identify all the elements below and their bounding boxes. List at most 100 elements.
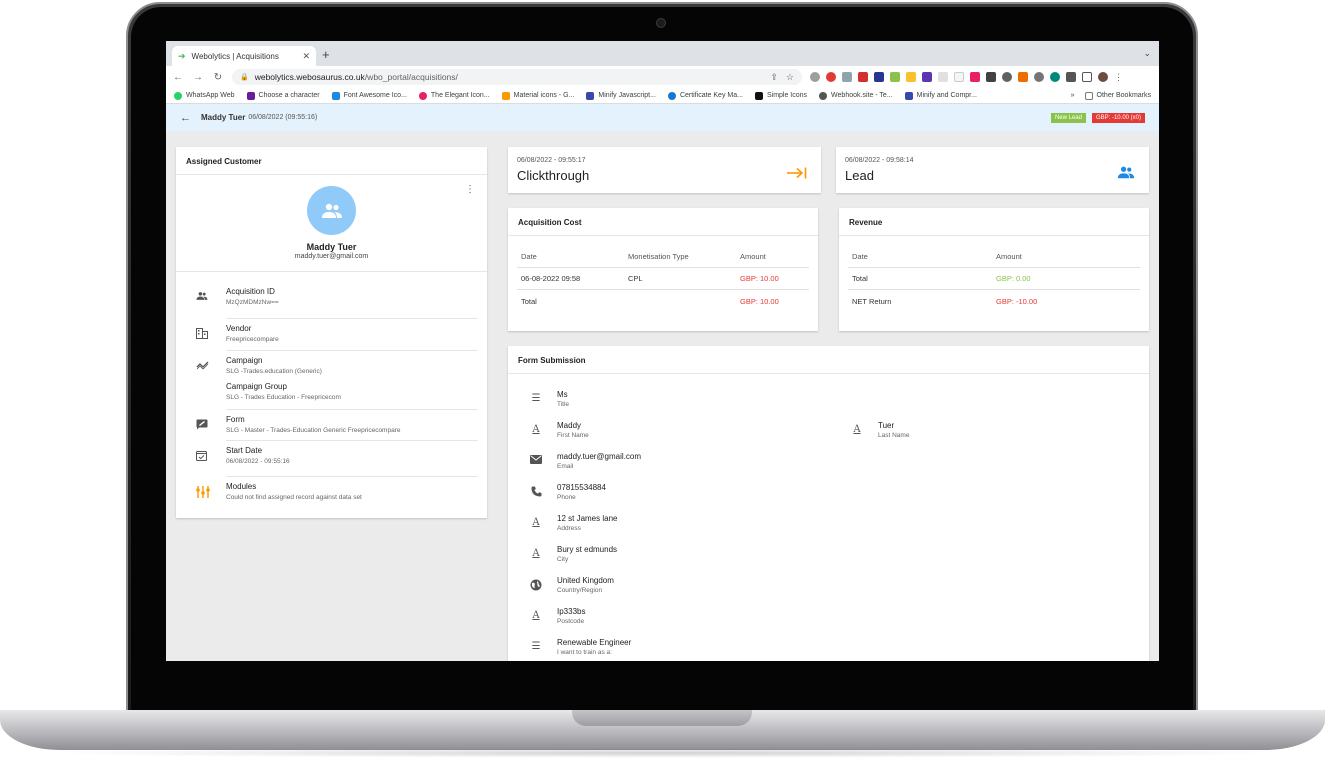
bookmark-favicon-icon <box>501 91 510 100</box>
field-label: Postcode <box>557 618 585 625</box>
table-cell: GBP: -10.00 <box>996 296 1038 306</box>
divider <box>226 440 478 441</box>
bookmark-favicon-icon <box>418 91 427 100</box>
acquisition-cost-table: Date Monetisation Type Amount 06-08-2022… <box>517 246 809 312</box>
field-value: 07815534884 <box>557 483 606 492</box>
extension-icon[interactable] <box>922 72 932 82</box>
lead-event-card: 06/08/2022 - 09:58:14 Lead <box>836 147 1149 193</box>
field-value: Ms <box>557 390 568 399</box>
app-header: ← Maddy Tuer 06/08/2022 (09:55:16) New L… <box>166 104 1159 131</box>
status-badge: New Lead <box>1050 112 1086 123</box>
row-value: SLG -Trades.education (Generic) <box>226 368 322 375</box>
bookmark-item[interactable]: Font Awesome Ico... <box>331 91 407 100</box>
screen: ➔ Webolytics | Acquisitions ✕ + ⌄ ← → ↻ … <box>166 41 1159 661</box>
divider <box>226 318 478 319</box>
text-icon: A <box>853 424 861 435</box>
sidepanel-icon[interactable] <box>1082 72 1092 82</box>
extension-icon[interactable] <box>1002 72 1012 82</box>
table-cell: CPL <box>628 274 643 283</box>
tab-search-chevron-icon[interactable]: ⌄ <box>1143 48 1151 59</box>
mail-icon <box>529 455 543 467</box>
divider <box>226 409 478 410</box>
camera-icon <box>656 18 666 28</box>
extension-icon[interactable] <box>1050 72 1060 82</box>
bookmark-favicon-icon <box>246 91 255 100</box>
forward-arrow-icon[interactable]: → <box>192 72 204 83</box>
extension-icon[interactable] <box>954 72 964 82</box>
more-vert-icon[interactable]: ⋮ <box>465 184 475 195</box>
field-label: Last Name <box>878 432 910 439</box>
bookmark-item[interactable]: Minify Javascript... <box>586 91 656 100</box>
bookmark-item[interactable]: Simple Icons <box>754 91 807 100</box>
field-value: maddy.tuer@gmail.com <box>557 452 641 461</box>
extensions-bar: ⋮ <box>810 72 1123 82</box>
extension-icon[interactable] <box>810 72 820 82</box>
extension-icon[interactable] <box>1034 72 1044 82</box>
other-bookmarks[interactable]: Other Bookmarks <box>1084 91 1151 100</box>
extension-icon[interactable] <box>1018 72 1028 82</box>
bookmark-star-icon[interactable]: ☆ <box>786 72 794 83</box>
back-arrow-icon[interactable]: ← <box>172 72 184 83</box>
extension-icon[interactable] <box>842 72 852 82</box>
table-total-row: Total GBP: 10.00 <box>517 290 809 312</box>
back-arrow-icon[interactable]: ← <box>180 112 191 124</box>
extension-icon[interactable] <box>890 72 900 82</box>
bookmarks-overflow-icon[interactable]: » <box>1071 92 1075 99</box>
extension-icon[interactable] <box>858 72 868 82</box>
browser-tab[interactable]: ➔ Webolytics | Acquisitions ✕ <box>172 46 316 66</box>
address-bar[interactable]: 🔒 webolytics.webosaurus.co.uk /wbo_porta… <box>232 69 802 85</box>
text-icon: A <box>532 517 540 528</box>
url-path: /wbo_portal/acquisitions/ <box>364 72 458 82</box>
bookmark-favicon-icon <box>904 91 913 100</box>
row-label: Campaign <box>226 356 263 365</box>
assigned-customer-card: Assigned Customer ⋮ Maddy Tuer maddy.tue… <box>176 147 487 518</box>
extension-icon[interactable] <box>906 72 916 82</box>
extension-icon[interactable] <box>970 72 980 82</box>
bookmark-item[interactable]: Minify and Compr... <box>904 91 977 100</box>
bookmark-item[interactable]: WhatsApp Web <box>174 91 235 100</box>
bookmark-label: Webhook.site - Te... <box>831 92 893 99</box>
extension-icon[interactable] <box>874 72 884 82</box>
extension-icon[interactable] <box>986 72 996 82</box>
table-cell: GBP: 10.00 <box>740 296 779 306</box>
event-title: Lead <box>845 168 874 183</box>
field-label: Title <box>557 401 570 408</box>
extension-icon[interactable] <box>938 72 948 82</box>
close-tab-icon[interactable]: ✕ <box>302 51 310 62</box>
campaign-row: Campaign SLG -Trades.education (Generic)… <box>196 356 478 406</box>
extension-icon[interactable] <box>826 72 836 82</box>
shield-icon <box>667 91 676 100</box>
bookmark-favicon-icon <box>819 91 828 100</box>
table-header-row: Date Amount <box>848 246 1140 268</box>
whatsapp-icon <box>174 91 182 100</box>
card-title: Acquisition Cost <box>508 208 818 236</box>
field-label: First Name <box>557 432 589 439</box>
form-row: Form SLG - Master - Trades-Education Gen… <box>196 415 478 443</box>
text-icon: A <box>532 610 540 621</box>
bookmark-label: The Elegant Icon... <box>430 92 490 99</box>
bookmark-item[interactable]: Choose a character <box>246 91 320 100</box>
people-icon <box>1117 166 1135 184</box>
acquisition-cost-card: Acquisition Cost Date Monetisation Type … <box>508 208 818 331</box>
arrow-to-end-icon <box>787 166 807 184</box>
bookmark-item[interactable]: The Elegant Icon... <box>418 91 490 100</box>
event-date: 06/08/2022 - 09:58:14 <box>845 157 914 164</box>
field-value: 12 st James lane <box>557 514 618 523</box>
bookmark-item[interactable]: Certificate Key Ma... <box>667 91 743 100</box>
more-menu-icon[interactable]: ⋮ <box>1114 72 1123 82</box>
profile-avatar[interactable] <box>1098 72 1108 82</box>
share-icon[interactable]: ⇪ <box>770 72 778 83</box>
avatar <box>307 186 356 235</box>
bookmark-item[interactable]: Material icons - G... <box>501 91 574 100</box>
field-value: Renewable Engineer <box>557 638 632 647</box>
phone-icon <box>529 486 543 500</box>
new-tab-icon[interactable]: + <box>322 47 330 62</box>
bookmarks-bar: WhatsApp Web Choose a character Font Awe… <box>166 88 1159 104</box>
table-row: Total GBP: 0.00 <box>848 268 1140 290</box>
reload-icon[interactable]: ↻ <box>212 72 224 83</box>
table-cell: NET Return <box>852 296 892 306</box>
puzzle-icon[interactable] <box>1066 72 1076 82</box>
browser-tab-bar: ➔ Webolytics | Acquisitions ✕ + ⌄ <box>166 41 1159 66</box>
bookmark-item[interactable]: Webhook.site - Te... <box>819 91 893 100</box>
row-label: Campaign Group <box>226 382 287 391</box>
